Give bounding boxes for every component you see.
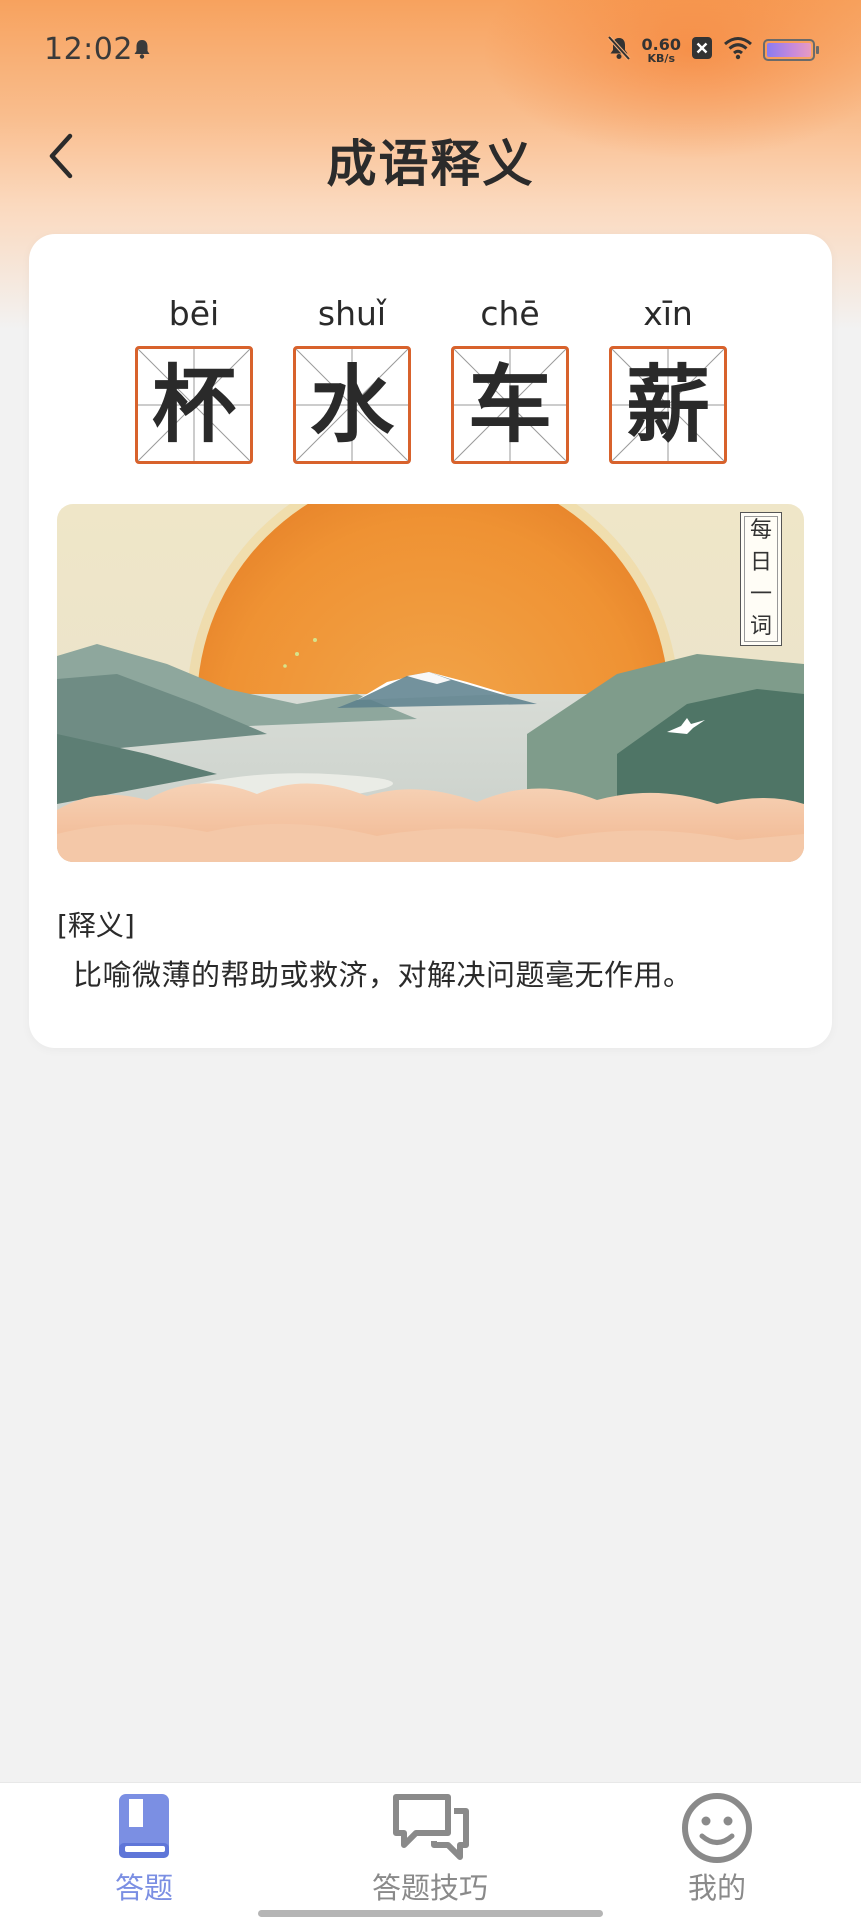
landscape-illustration	[57, 504, 804, 862]
wifi-icon	[723, 36, 753, 64]
idiom-characters: bēi 杯 shuǐ 水 chē 车 xīn 薪	[29, 294, 832, 464]
daily-tag-char: 词	[749, 614, 772, 639]
nav-tab-mine[interactable]: 我的	[617, 1783, 817, 1920]
app-header: 成语释义	[0, 110, 861, 200]
status-icons: 0.60 KB/s	[596, 30, 819, 70]
mute-bell-icon	[606, 34, 632, 66]
daily-tag-char: 每	[749, 518, 772, 543]
daily-tag-char: 一	[749, 582, 772, 607]
network-speed-value: 0.60	[641, 34, 681, 54]
network-speed-unit: KB/s	[647, 51, 675, 65]
book-icon	[119, 1794, 169, 1858]
notification-bell-icon	[133, 38, 151, 64]
idiom-char-text: 水	[309, 356, 394, 454]
daily-word-tag: 每 日 一 词	[740, 512, 782, 646]
definition-label: [释义]	[57, 909, 135, 942]
idiom-char-1: bēi 杯	[133, 294, 255, 464]
home-indicator[interactable]	[258, 1910, 603, 1917]
char-grid-box: 薪	[609, 346, 727, 464]
idiom-char-text: 薪	[625, 356, 710, 454]
smiley-icon	[682, 1793, 752, 1863]
definition-text: 比喻微薄的帮助或救济，对解决问题毫无作用。	[73, 958, 693, 992]
pinyin-label: xīn	[643, 294, 693, 333]
battery-icon	[763, 39, 819, 61]
idiom-card: bēi 杯 shuǐ 水 chē 车 xīn 薪 每 日 一 词 [释义] 比喻…	[29, 234, 832, 1048]
idiom-char-2: shuǐ 水	[291, 294, 413, 464]
nav-label: 答题	[114, 1871, 173, 1905]
status-bar: 12:02 0.60 KB/s	[0, 0, 861, 100]
nav-label: 答题技巧	[371, 1871, 488, 1905]
char-grid-box: 车	[451, 346, 569, 464]
battery-level	[767, 43, 811, 57]
char-grid-box: 水	[293, 346, 411, 464]
idiom-char-3: chē 车	[449, 294, 571, 464]
pinyin-label: chē	[480, 294, 540, 333]
nav-label: 我的	[687, 1871, 746, 1905]
network-speed: 0.60 KB/s	[641, 34, 681, 65]
page-title: 成语释义	[326, 135, 535, 193]
pinyin-label: shuǐ	[317, 294, 387, 333]
nav-tab-answer[interactable]: 答题	[44, 1783, 244, 1920]
idiom-char-text: 杯	[151, 356, 236, 454]
bottom-nav: 答题 答题技巧 我的	[0, 1782, 861, 1920]
nav-tab-tips[interactable]: 答题技巧	[330, 1783, 530, 1920]
char-grid-box: 杯	[135, 346, 253, 464]
status-time: 12:02	[44, 32, 133, 67]
pinyin-label: bēi	[168, 294, 220, 333]
idiom-char-4: xīn 薪	[607, 294, 729, 464]
daily-tag-char: 日	[749, 550, 772, 575]
chat-bubbles-icon	[393, 1794, 469, 1860]
daily-word-illustration: 每 日 一 词	[57, 504, 804, 862]
idiom-char-text: 车	[467, 356, 552, 454]
sim-x-icon	[691, 36, 713, 64]
